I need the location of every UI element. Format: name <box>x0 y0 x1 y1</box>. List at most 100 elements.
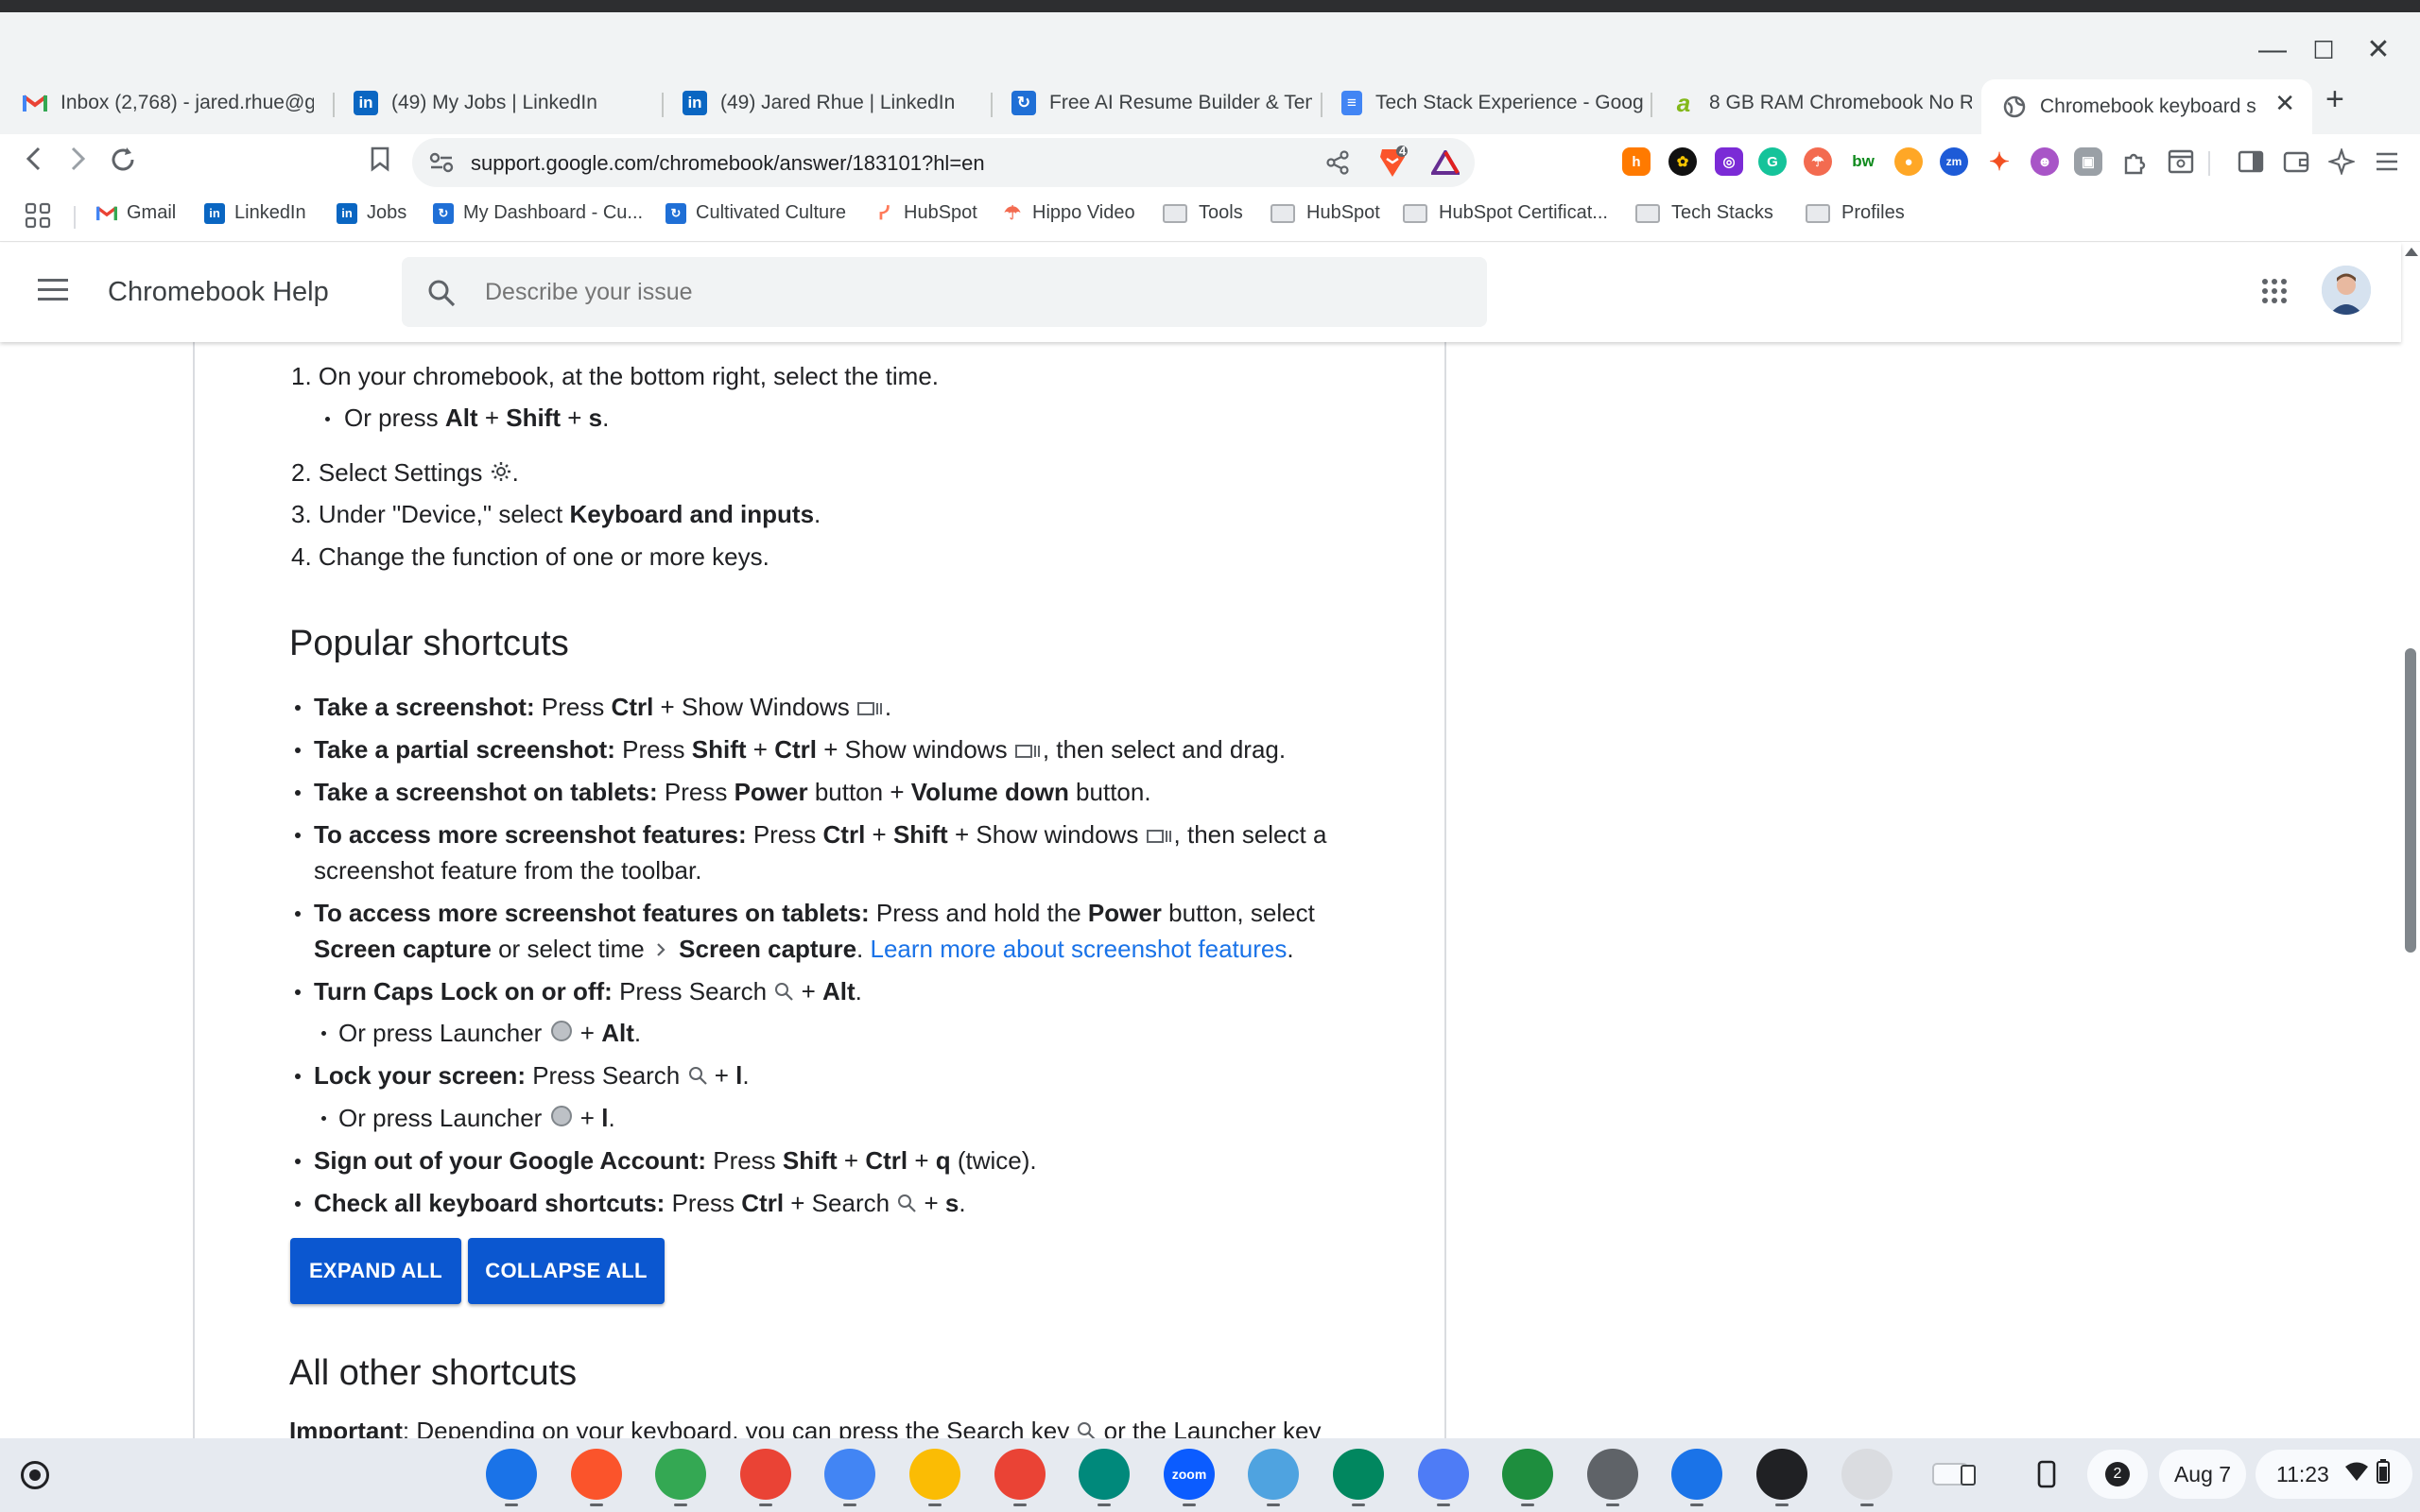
bookmark-folder-tools[interactable]: Tools <box>1163 202 1243 224</box>
side-panel-icon[interactable] <box>2237 147 2265 176</box>
help-search-box[interactable] <box>402 257 1487 327</box>
linkedin-icon: in <box>683 91 707 115</box>
bookmark-linkedin[interactable]: in LinkedIn <box>204 202 306 224</box>
folder-icon <box>1403 203 1427 223</box>
extensions-puzzle-icon[interactable] <box>2121 147 2150 176</box>
zoominfo-extension-icon[interactable]: zm <box>1940 147 1968 176</box>
leo-ai-icon[interactable] <box>2327 147 2356 176</box>
page-title[interactable]: Chromebook Help <box>108 277 329 308</box>
launcher-button[interactable] <box>21 1461 49 1489</box>
maximize-button[interactable]: ☐ <box>2305 31 2342 69</box>
reload-button[interactable] <box>106 146 140 180</box>
holding-space-icon[interactable] <box>1928 1450 1985 1499</box>
scroll-up-arrow[interactable] <box>2405 248 2418 256</box>
tab-resume-builder[interactable]: ↻ Free AI Resume Builder & Tem <box>991 79 1312 127</box>
puzzle-red-extension-icon[interactable]: ✦ <box>1985 147 2014 176</box>
settings-app-icon[interactable] <box>1587 1449 1638 1500</box>
bookmark-my-dashboard[interactable]: ↻ My Dashboard - Cu... <box>433 202 643 224</box>
account-avatar[interactable] <box>2322 266 2371 315</box>
wallet-icon[interactable] <box>2282 147 2310 176</box>
shortcut-name: To access more screenshot features: <box>314 820 747 849</box>
site-info-icon[interactable] <box>429 151 454 179</box>
minimize-button[interactable]: — <box>2254 31 2291 69</box>
brave-rewards-icon[interactable] <box>1429 148 1461 180</box>
bookmark-folder-hubspot[interactable]: HubSpot <box>1270 202 1380 224</box>
play-store-app-icon[interactable] <box>1333 1449 1384 1500</box>
search-input[interactable] <box>485 272 1430 312</box>
photos-app-icon[interactable] <box>994 1449 1046 1500</box>
main-menu-icon[interactable] <box>38 279 68 301</box>
running-indicator <box>1860 1503 1874 1506</box>
files-app-icon[interactable] <box>1671 1449 1722 1500</box>
diagnostics-app-icon[interactable] <box>1756 1449 1807 1500</box>
tab-search-icon[interactable] <box>2167 147 2195 176</box>
hubspot-extension-icon[interactable]: h <box>1622 147 1651 176</box>
text: : Depending on your keyboard, you can pr… <box>402 1417 1077 1438</box>
gray-extension-icon[interactable]: ▣ <box>2074 147 2102 176</box>
bookmark-cultivated-culture[interactable]: ↻ Cultivated Culture <box>666 202 846 224</box>
shortcut-name: Take a screenshot on tablets: <box>314 778 658 806</box>
collapse-all-button[interactable]: COLLAPSE ALL <box>468 1238 665 1304</box>
tab-chromebook-shop[interactable]: a 8 GB RAM Chromebook No RA <box>1651 79 1972 127</box>
search-icon[interactable] <box>426 278 457 313</box>
orange-extension-icon[interactable]: ● <box>1894 147 1923 176</box>
bookmark-folder-hubspot-certificat[interactable]: HubSpot Certificat... <box>1403 202 1608 224</box>
forward-button[interactable] <box>60 146 95 180</box>
important-note-clip: Important: Depending on your keyboard, y… <box>195 1414 1444 1438</box>
brave-app-icon[interactable] <box>571 1449 622 1500</box>
hippo-video-extension-icon[interactable]: ☂ <box>1804 147 1832 176</box>
keep-app-icon[interactable] <box>909 1449 960 1500</box>
tab-gmail[interactable]: Inbox (2,768) - jared.rhue@gm <box>2 79 314 127</box>
zoom-app-icon[interactable]: zoom <box>1164 1449 1215 1500</box>
chrome-app-icon[interactable] <box>655 1449 706 1500</box>
bookmark-star-icon[interactable] <box>363 146 397 180</box>
meet-app-icon[interactable] <box>1079 1449 1130 1500</box>
penguin-app-icon[interactable] <box>1841 1449 1893 1500</box>
search-key-icon <box>687 1060 708 1094</box>
tab-title: Free AI Resume Builder & Tem <box>1049 92 1312 113</box>
launch-app-icon[interactable] <box>1248 1449 1299 1500</box>
system-tray[interactable]: 11:23 <box>2256 1450 2412 1499</box>
bookmark-gmail[interactable]: Gmail <box>96 202 176 224</box>
share-icon[interactable] <box>1325 150 1350 180</box>
workspace-app-icon[interactable] <box>1502 1449 1553 1500</box>
bookmark-folder-tech-stacks[interactable]: Tech Stacks <box>1635 202 1773 224</box>
shortcut-lock-screen-alt: Or press Launcher + l. <box>338 1101 615 1137</box>
bullet <box>295 790 301 796</box>
google-apps-icon[interactable] <box>2261 278 2288 309</box>
purple-extension-icon[interactable]: ☻ <box>2031 147 2059 176</box>
period: . <box>633 1019 642 1047</box>
date-pill[interactable]: Aug 7 <box>2159 1450 2246 1499</box>
phone-hub-icon[interactable] <box>2023 1450 2070 1499</box>
tab-tech-stack-doc[interactable]: ≡ Tech Stack Experience - Goog <box>1321 79 1647 127</box>
grammarly-extension-icon[interactable]: G <box>1758 147 1787 176</box>
paw-extension-icon[interactable]: ✿ <box>1668 147 1697 176</box>
address-bar[interactable]: support.google.com/chromebook/answer/183… <box>412 138 1475 187</box>
color-picker-extension-icon[interactable]: ◎ <box>1715 147 1743 176</box>
bookmark-hippo-video[interactable]: ☂ Hippo Video <box>1002 202 1135 224</box>
page-scrollbar-thumb[interactable] <box>2405 648 2416 953</box>
gmail-app-icon[interactable] <box>740 1449 791 1500</box>
tab-chromebook-shortcuts[interactable]: Chromebook keyboard sh ✕ <box>1981 79 2312 134</box>
gemini-app-icon[interactable] <box>1418 1449 1469 1500</box>
close-window-button[interactable]: ✕ <box>2360 31 2397 69</box>
bookmark-jobs[interactable]: in Jobs <box>337 202 406 224</box>
new-tab-button[interactable]: + <box>2325 81 2344 118</box>
chat-app-icon[interactable] <box>486 1449 537 1500</box>
apps-shortcut-icon[interactable] <box>25 202 51 229</box>
notifications-pill[interactable]: 2 <box>2087 1450 2148 1499</box>
bookmark-folder-profiles[interactable]: Profiles <box>1806 202 1905 224</box>
plus: + <box>794 977 822 1005</box>
calendar-app-icon[interactable] <box>824 1449 875 1500</box>
learn-more-screenshot-link[interactable]: Learn more about screenshot features <box>871 935 1288 963</box>
menu-icon[interactable] <box>2373 147 2401 176</box>
plus: + <box>917 1189 945 1217</box>
expand-all-button[interactable]: EXPAND ALL <box>290 1238 461 1304</box>
close-tab-icon[interactable]: ✕ <box>2274 89 2295 118</box>
tab-linkedin-jobs[interactable]: in (49) My Jobs | LinkedIn <box>333 79 659 127</box>
tab-linkedin-profile[interactable]: in (49) Jared Rhue | LinkedIn <box>662 79 988 127</box>
bw-extension-icon[interactable]: bw <box>1849 147 1877 176</box>
linkedin-icon: in <box>354 91 378 115</box>
back-button[interactable] <box>17 146 51 180</box>
bookmark-hubspot[interactable]: ᓯ HubSpot <box>873 202 977 224</box>
